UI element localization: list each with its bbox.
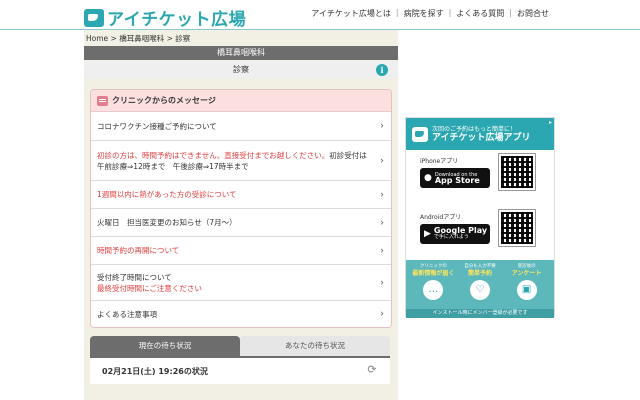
app-ad-banner[interactable]: 次回のご予約はもっと簡単に！ アイチケット広場アプリ ▸ iPhoneアプリ ●…: [405, 117, 555, 318]
ticket-logo-icon: [84, 8, 104, 27]
google-play-icon: ▶: [424, 229, 431, 239]
wait-status-tabs: 現在の待ち状況 あなたの待ち状況: [90, 336, 390, 356]
nav-find-hospital[interactable]: 病院を探す: [399, 8, 449, 19]
feature-label: アンケート: [511, 270, 542, 277]
tab-current-status[interactable]: 現在の待ち状況: [90, 336, 240, 356]
ad-footer-note: インストール時にメンバー登録が必要です: [406, 309, 554, 318]
chat-icon: …: [423, 280, 444, 300]
site-header: アイチケット広場 アイチケット広場とは | 病院を探す | よくある質問 | お…: [0, 0, 640, 30]
message-item-vaccine[interactable]: コロナワクチン接種ご予約について ›: [91, 112, 391, 141]
chevron-right-icon: ›: [380, 245, 384, 256]
nav-faq[interactable]: よくある質問: [451, 8, 509, 19]
app-logo-icon: [412, 126, 428, 142]
nav-about[interactable]: アイチケット広場とは: [306, 8, 396, 19]
site-logo[interactable]: アイチケット広場: [84, 5, 246, 30]
section-title: 診察: [233, 65, 249, 74]
iphone-label: iPhoneアプリ: [420, 158, 459, 165]
tab-your-status[interactable]: あなたの待ち状況: [240, 336, 390, 356]
clinic-messages: クリニックからのメッセージ コロナワクチン接種ご予約について › 初診の方は、時…: [90, 89, 392, 328]
android-qr-code: [498, 209, 536, 247]
feature-label: 最新情報が届く: [412, 270, 455, 277]
chevron-right-icon: ›: [380, 217, 384, 228]
chevron-right-icon: ›: [380, 120, 384, 132]
messages-heading: クリニックからのメッセージ: [112, 96, 216, 105]
message-text: 火曜日 担当医変更のお知らせ（7月〜）: [97, 218, 237, 227]
ad-header: 次回のご予約はもっと簡単に！ アイチケット広場アプリ ▸: [406, 118, 554, 150]
message-text: コロナワクチン接種ご予約について: [97, 121, 217, 131]
message-text: 1週間以内に熱があった方の受診について: [97, 190, 237, 199]
status-datetime: 02月21日(土) 19:26の状況: [102, 367, 208, 376]
message-item-first-visit[interactable]: 初診の方は、時間予約はできません。直接受付までお越しください。初診受付は午前診療…: [91, 141, 391, 181]
appstore-big-text: App Store: [434, 176, 480, 185]
nav-contact[interactable]: お問合せ: [512, 8, 554, 19]
wait-status-panel: 02月21日(土) 19:26の状況 ⟳: [90, 356, 390, 384]
message-text: 初診の方は、時間予約はできません。直接受付までお越しください。初診受付は午前診療…: [97, 150, 373, 172]
chevron-right-icon: ›: [380, 308, 384, 320]
ad-downloads: iPhoneアプリ ● Download on the App Store An…: [406, 150, 554, 260]
main-content: Home > 橋耳鼻咽喉科 > 診察 橋耳鼻咽喉科 診察 i クリニックからのメ…: [84, 30, 398, 400]
message-item-reservation-resume[interactable]: 時間予約の再開について ›: [91, 237, 391, 265]
message-item-notes[interactable]: よくある注意事項 ›: [91, 301, 391, 327]
chevron-right-icon: ›: [380, 277, 384, 288]
message-text: 受付終了時間について: [97, 272, 172, 282]
android-label: Androidアプリ: [420, 214, 462, 221]
ad-info-icon[interactable]: ▸: [549, 119, 552, 126]
message-item-doctor-change[interactable]: 火曜日 担当医変更のお知らせ（7月〜） ›: [91, 209, 391, 237]
message-text: よくある注意事項: [97, 309, 157, 319]
stethoscope-icon: ♡: [469, 280, 490, 300]
message-item-reception-end[interactable]: 受付終了時間について 最終受付時間にご注意ください ›: [91, 265, 391, 301]
breadcrumb[interactable]: Home > 橋耳鼻咽喉科 > 診察: [86, 33, 190, 44]
message-text: 時間予約の再開について: [97, 246, 180, 255]
chevron-right-icon: ›: [380, 189, 384, 200]
message-item-fever[interactable]: 1週間以内に熱があった方の受診について ›: [91, 181, 391, 209]
apple-icon: ●: [424, 173, 432, 183]
top-nav: アイチケット広場とは | 病院を探す | よくある質問 | お問合せ: [306, 8, 554, 19]
info-icon[interactable]: i: [376, 64, 388, 76]
ad-app-name: アイチケット広場アプリ: [432, 133, 531, 143]
clinic-title: 橋耳鼻咽喉科: [84, 46, 398, 60]
chevron-right-icon: ›: [380, 155, 384, 166]
logo-text: アイチケット広場: [107, 10, 247, 30]
messages-header: クリニックからのメッセージ: [91, 90, 391, 112]
iphone-qr-code: [498, 153, 536, 191]
ad-features: クリニックの 最新情報が届く … 自分も入力不要 簡単予約 ♡ 受診後の アンケ…: [406, 260, 554, 318]
refresh-icon[interactable]: ⟳: [366, 364, 378, 376]
feature-label: 簡単予約: [467, 270, 492, 277]
message-icon: [97, 95, 108, 106]
google-play-button[interactable]: ▶ Google Play で手に入れよう: [420, 224, 490, 244]
message-text-red: 最終受付時間にご注意ください: [97, 283, 202, 293]
gift-icon: ▣: [516, 280, 537, 300]
section-bar: 診察 i: [84, 61, 398, 79]
message-text-red: 初診の方は、時間予約はできません。直接受付までお越しください。: [97, 150, 330, 160]
app-store-button[interactable]: ● Download on the App Store: [420, 168, 490, 188]
